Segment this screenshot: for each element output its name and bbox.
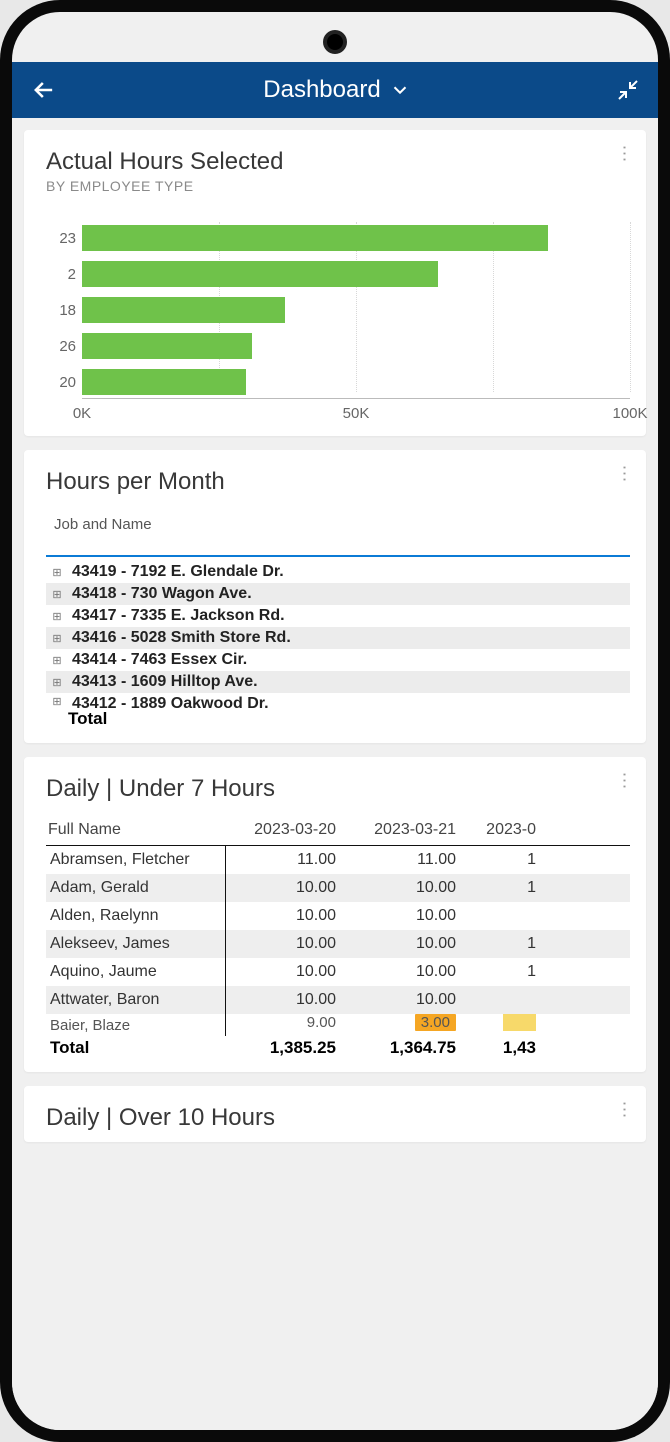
hpm-row-label: 43414 - 7463 Essex Cir.	[72, 651, 247, 669]
chart-bar[interactable]	[82, 333, 252, 359]
table-row[interactable]: Alden, Raelynn10.0010.00	[46, 902, 630, 930]
card3-title: Daily | Under 7 Hours	[46, 775, 630, 803]
hpm-list: ⊞ 43419 - 7192 E. Glendale Dr. ⊞ 43418 - 73…	[46, 561, 630, 711]
card4-title: Daily | Over 10 Hours	[46, 1104, 630, 1132]
chart-bar[interactable]	[82, 369, 246, 395]
expand-icon[interactable]: ⊞	[50, 588, 64, 601]
back-icon[interactable]	[30, 76, 58, 104]
cell-val: 10.00	[346, 879, 466, 897]
chart-bar[interactable]	[82, 225, 548, 251]
col-date3: 2023-0	[466, 821, 536, 839]
cell-val: 10.00	[226, 991, 346, 1009]
card-menu-icon[interactable]: ⋯	[614, 1101, 635, 1117]
table-row[interactable]: Attwater, Baron10.0010.00	[46, 986, 630, 1014]
table-total-row: Total 1,385.25 1,364.75 1,43	[46, 1036, 630, 1058]
card1-title: Actual Hours Selected	[46, 148, 630, 176]
chart-bar-row[interactable]: 18	[82, 294, 630, 326]
bar-chart[interactable]: 232182620 0K50K100K	[46, 222, 630, 422]
chart-bar-row[interactable]: 20	[82, 366, 630, 398]
hpm-row-label: 43418 - 730 Wagon Ave.	[72, 585, 252, 603]
col-fullname: Full Name	[46, 821, 226, 839]
app-header: Dashboard	[12, 62, 658, 118]
cell-name: Adam, Gerald	[46, 874, 226, 902]
cell-name: Abramsen, Fletcher	[46, 846, 226, 874]
card-menu-icon[interactable]: ⋯	[614, 145, 635, 161]
cell-val: 1	[466, 963, 536, 981]
hpm-total: Total	[68, 709, 630, 729]
chart-bar-row[interactable]: 2	[82, 258, 630, 290]
cell-val: 11.00	[346, 851, 466, 869]
cell-name: Alekseev, James	[46, 930, 226, 958]
page-title: Dashboard	[263, 76, 380, 104]
cell-val: 1	[466, 851, 536, 869]
table-row[interactable]: Abramsen, Fletcher11.0011.001	[46, 846, 630, 874]
hpm-row[interactable]: ⊞ 43416 - 5028 Smith Store Rd.	[46, 627, 630, 649]
cell-val: 1	[466, 935, 536, 953]
cell-val: 10.00	[346, 907, 466, 925]
hpm-column-header: Job and Name	[54, 516, 630, 533]
card-actual-hours[interactable]: ⋯ Actual Hours Selected By Employee Type…	[24, 130, 646, 436]
chevron-down-icon	[389, 79, 411, 101]
chart-x-tick: 100K	[612, 405, 647, 422]
chart-y-label: 2	[46, 266, 76, 283]
cell-name: Aquino, Jaume	[46, 958, 226, 986]
chart-x-tick: 50K	[343, 405, 370, 422]
cell-val: 10.00	[226, 907, 346, 925]
expand-icon[interactable]: ⊞	[50, 654, 64, 667]
card-daily-over-10[interactable]: ⋯ Daily | Over 10 Hours	[24, 1086, 646, 1142]
chart-y-label: 18	[46, 302, 76, 319]
cell-val: 11.00	[226, 851, 346, 869]
card-daily-under-7[interactable]: ⋯ Daily | Under 7 Hours Full Name 2023-0…	[24, 757, 646, 1072]
col-date2: 2023-03-21	[346, 821, 466, 839]
cell-val: 10.00	[226, 963, 346, 981]
chart-bar[interactable]	[82, 261, 438, 287]
hpm-row[interactable]: ⊞ 43417 - 7335 E. Jackson Rd.	[46, 605, 630, 627]
card-hours-per-month[interactable]: ⋯ Hours per Month Job and Name ⊞ 43419 - …	[24, 450, 646, 743]
chart-bar-row[interactable]: 23	[82, 222, 630, 254]
expand-icon[interactable]: ⊞	[50, 695, 64, 708]
header-title-dropdown[interactable]: Dashboard	[263, 76, 410, 104]
card2-title: Hours per Month	[46, 468, 630, 496]
cell-val: 10.00	[346, 935, 466, 953]
chart-bar-row[interactable]: 26	[82, 330, 630, 362]
expand-icon[interactable]: ⊞	[50, 632, 64, 645]
table-row[interactable]: Alekseev, James10.0010.001	[46, 930, 630, 958]
cell-val: 10.00	[346, 991, 466, 1009]
hpm-row-label: 43413 - 1609 Hilltop Ave.	[72, 673, 258, 691]
col-date1: 2023-03-20	[226, 821, 346, 839]
chart-x-tick: 0K	[73, 405, 91, 422]
collapse-icon[interactable]	[616, 78, 640, 102]
camera-notch	[323, 30, 347, 54]
chart-y-label: 23	[46, 230, 76, 247]
table-rows: Abramsen, Fletcher11.0011.001Adam, Geral…	[46, 846, 630, 1014]
cell-val: 1	[466, 879, 536, 897]
chart-y-label: 20	[46, 374, 76, 391]
table-row[interactable]: Adam, Gerald10.0010.001	[46, 874, 630, 902]
cell-val: 10.00	[226, 935, 346, 953]
hpm-row-label: 43416 - 5028 Smith Store Rd.	[72, 629, 291, 647]
expand-icon[interactable]: ⊞	[50, 610, 64, 623]
table-header: Full Name 2023-03-20 2023-03-21 2023-0	[46, 821, 630, 846]
cell-val: 10.00	[346, 963, 466, 981]
chart-y-label: 26	[46, 338, 76, 355]
chart-bar[interactable]	[82, 297, 285, 323]
hpm-row[interactable]: ⊞ 43418 - 730 Wagon Ave.	[46, 583, 630, 605]
hpm-row[interactable]: ⊞ 43413 - 1609 Hilltop Ave.	[46, 671, 630, 693]
hpm-row[interactable]: ⊞ 43414 - 7463 Essex Cir.	[46, 649, 630, 671]
table-row-partial[interactable]: Baier, Blaze 9.00 3.00	[46, 1014, 630, 1036]
hpm-divider	[46, 555, 630, 557]
hpm-row-label: 43417 - 7335 E. Jackson Rd.	[72, 607, 285, 625]
hpm-row[interactable]: ⊞ 43419 - 7192 E. Glendale Dr.	[46, 561, 630, 583]
card-menu-icon[interactable]: ⋯	[614, 772, 635, 788]
card-menu-icon[interactable]: ⋯	[614, 465, 635, 481]
cell-name: Alden, Raelynn	[46, 902, 226, 930]
card1-subtitle: By Employee Type	[46, 178, 630, 194]
content-area: ⋯ Actual Hours Selected By Employee Type…	[12, 118, 658, 1430]
cell-name: Attwater, Baron	[46, 986, 226, 1014]
cell-val: 10.00	[226, 879, 346, 897]
expand-icon[interactable]: ⊞	[50, 566, 64, 579]
table-row[interactable]: Aquino, Jaume10.0010.001	[46, 958, 630, 986]
expand-icon[interactable]: ⊞	[50, 676, 64, 689]
hpm-row-label: 43419 - 7192 E. Glendale Dr.	[72, 563, 284, 581]
